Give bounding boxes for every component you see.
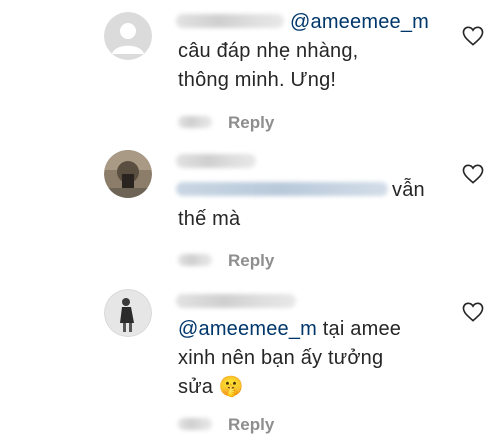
heart-outline-icon[interactable] [462, 302, 484, 322]
user-photo-avatar[interactable] [104, 289, 152, 337]
comment-text: @ameemee_m tại amee xinh nên bạn ấy tưởn… [178, 318, 402, 398]
heart-outline-icon[interactable] [462, 26, 484, 46]
comment-item-2: vẫn thế mà Reply [0, 140, 496, 280]
comment-item-1: @ameemee_m câu đáp nhẹ nhàng, thông minh… [0, 0, 496, 140]
reply-button[interactable]: Reply [228, 113, 274, 133]
default-avatar-icon[interactable] [104, 12, 152, 60]
blurred-username [176, 294, 296, 308]
mention-link[interactable]: @ameemee_m [290, 11, 429, 33]
blurred-timestamp [178, 418, 212, 430]
shushing-face-emoji-icon: 🤫 [218, 376, 244, 398]
comment-text: vẫn thế mà [178, 179, 425, 230]
reply-button[interactable]: Reply [228, 251, 274, 271]
user-photo-avatar[interactable] [104, 150, 152, 198]
comment-item-3: @ameemee_m tại amee xinh nên bạn ấy tưởn… [0, 280, 496, 440]
heart-outline-icon[interactable] [462, 164, 484, 184]
comment-text: @ameemee_m câu đáp nhẹ nhàng, thông minh… [178, 11, 430, 91]
reply-button[interactable]: Reply [228, 415, 274, 435]
mention-link[interactable]: @ameemee_m [178, 318, 317, 340]
blurred-timestamp [178, 116, 212, 128]
blurred-username [176, 154, 256, 168]
blurred-timestamp [178, 254, 212, 266]
